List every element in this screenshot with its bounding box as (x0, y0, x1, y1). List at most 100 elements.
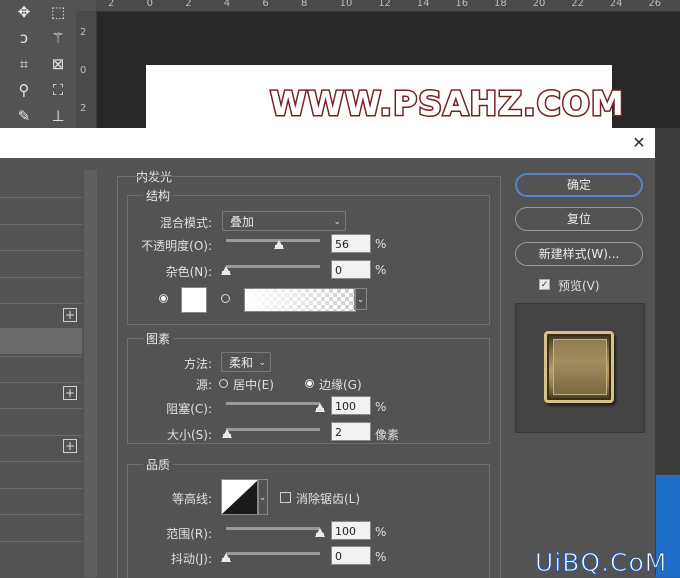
style-preview (515, 303, 645, 433)
ruler-tick-label: 10 (339, 0, 353, 9)
choke-percent: % (375, 400, 387, 414)
ruler-tick-label: 22 (571, 0, 584, 9)
source-edge-radio[interactable] (305, 379, 314, 388)
list-divider (0, 488, 82, 489)
blend-mode-select[interactable]: 叠加 ⌄ (222, 211, 346, 231)
dialog-titlebar: ✕ (0, 128, 655, 158)
brush-icon[interactable]: ✎ (12, 104, 36, 128)
size-input[interactable]: 2 (331, 422, 371, 441)
quality-title: 品质 (143, 456, 174, 473)
eyedropper-icon[interactable]: ⚲ (12, 78, 36, 102)
opacity-label: 不透明度(O): (141, 239, 212, 253)
marquee-icon[interactable]: ⬚ (46, 0, 70, 24)
move-icon[interactable]: ✥ (12, 0, 36, 24)
jitter-input[interactable]: 0 (331, 546, 371, 565)
list-divider (0, 303, 82, 304)
jitter-slider-thumb[interactable] (221, 553, 231, 562)
frame-icon[interactable]: ⊠ (46, 52, 70, 76)
ok-button[interactable]: 确定 (515, 173, 643, 197)
list-item-selected[interactable] (0, 328, 82, 354)
magic-wand-icon[interactable]: ⚚ (46, 26, 70, 50)
horizontal-ruler: 2 0 2 4 6 8 10 12 14 16 18 20 22 24 26 (96, 0, 680, 12)
choke-slider-thumb[interactable] (315, 403, 325, 412)
ruler-tick-label: 26 (648, 0, 662, 9)
glow-color-swatch[interactable] (181, 287, 207, 313)
styles-list-scrollbar[interactable] (84, 170, 97, 577)
ruler-tick-label: 4 (223, 0, 231, 9)
jitter-label: 抖动(J): (171, 552, 212, 566)
noise-slider-track[interactable] (226, 265, 320, 268)
chevron-down-icon: ⌄ (333, 217, 341, 227)
list-divider (0, 197, 82, 198)
ruler-tick-label: 0 (80, 65, 87, 76)
list-divider (0, 435, 82, 436)
ruler-tick-label: 2 (80, 103, 87, 114)
crop-icon[interactable]: ⌗ (12, 52, 36, 76)
ruler-tick-label: 0 (146, 0, 153, 9)
method-select[interactable]: 柔和 ⌄ (221, 352, 271, 372)
reset-button[interactable]: 复位 (515, 207, 643, 231)
contour-thumbnail[interactable] (221, 479, 259, 515)
gradient-dropdown-chevron-icon[interactable]: ⌄ (354, 288, 367, 310)
method-label: 方法: (183, 357, 212, 371)
list-divider (0, 356, 82, 357)
ruler-tick-label: 12 (378, 0, 391, 9)
preview-label: 预览(V) (558, 279, 600, 293)
watermark: UiBQ.CoM (534, 548, 668, 578)
source-center-radio[interactable] (219, 379, 228, 388)
styles-list (0, 168, 97, 577)
opacity-percent: % (375, 237, 387, 251)
list-divider (0, 408, 82, 409)
size-label: 大小(S): (166, 428, 212, 442)
antialias-checkbox[interactable] (280, 492, 291, 503)
choke-slider-track[interactable] (226, 402, 320, 405)
range-slider-thumb[interactable] (315, 528, 325, 537)
opacity-slider-thumb[interactable] (273, 240, 284, 249)
list-divider (0, 541, 82, 542)
elements-title: 图素 (143, 330, 174, 347)
jitter-percent: % (375, 550, 387, 564)
gradient-radio[interactable] (221, 294, 230, 303)
add-style-plus-icon[interactable]: + (63, 308, 77, 322)
close-icon[interactable]: ✕ (630, 134, 648, 152)
jitter-slider-track[interactable] (226, 552, 320, 555)
list-divider (0, 250, 82, 251)
gradient-swatch[interactable] (244, 288, 356, 312)
add-style-plus-icon[interactable]: + (63, 386, 77, 400)
blend-mode-value: 叠加 (230, 215, 255, 229)
size-slider-thumb[interactable] (221, 429, 232, 438)
ruler-tick-label: 14 (416, 0, 430, 9)
opacity-input[interactable]: 56 (331, 234, 371, 253)
size-slider-track[interactable] (226, 428, 320, 431)
new-style-button[interactable]: 新建样式(W)... (515, 242, 643, 266)
range-slider-track[interactable] (226, 527, 320, 530)
ruler-tick-label: 2 (80, 27, 87, 38)
source-label: 源: (195, 378, 212, 392)
preview-swatch (544, 331, 614, 403)
choke-input[interactable]: 100 (331, 396, 371, 415)
blend-mode-label: 混合模式: (159, 216, 212, 230)
add-style-plus-icon[interactable]: + (63, 439, 77, 453)
contour-dropdown-chevron-icon[interactable]: ⌄ (257, 479, 268, 515)
source-center-label: 居中(E) (233, 378, 274, 392)
range-input[interactable]: 100 (331, 521, 371, 540)
noise-input[interactable]: 0 (331, 260, 371, 279)
choke-label: 阻塞(C): (166, 402, 212, 416)
structure-title: 结构 (143, 187, 174, 204)
layer-style-dialog: ✕ + + + 内发光 结构 混合模式: 叠加 ⌄ 不透明度(O): 56 % … (0, 128, 655, 578)
ruler-tick-label: 18 (494, 0, 507, 9)
noise-slider-thumb[interactable] (221, 266, 231, 275)
solid-color-radio[interactable] (159, 294, 168, 303)
vertical-ruler: 2 0 2 (76, 11, 97, 128)
range-label: 范围(R): (166, 527, 212, 541)
stamp-icon[interactable]: ⊥ (46, 104, 70, 128)
list-divider (0, 514, 82, 515)
patch-icon[interactable]: ⛶ (46, 78, 70, 102)
antialias-label: 消除锯齿(L) (296, 492, 361, 506)
lasso-icon[interactable]: ↄ (12, 26, 36, 50)
noise-percent: % (375, 263, 387, 277)
method-value: 柔和 (229, 356, 254, 370)
canvas-text-layer: WWW.PSAHZ.COM (269, 83, 626, 125)
preview-checkbox[interactable]: ✓ (539, 279, 550, 290)
ruler-tick-label: 20 (532, 0, 546, 9)
